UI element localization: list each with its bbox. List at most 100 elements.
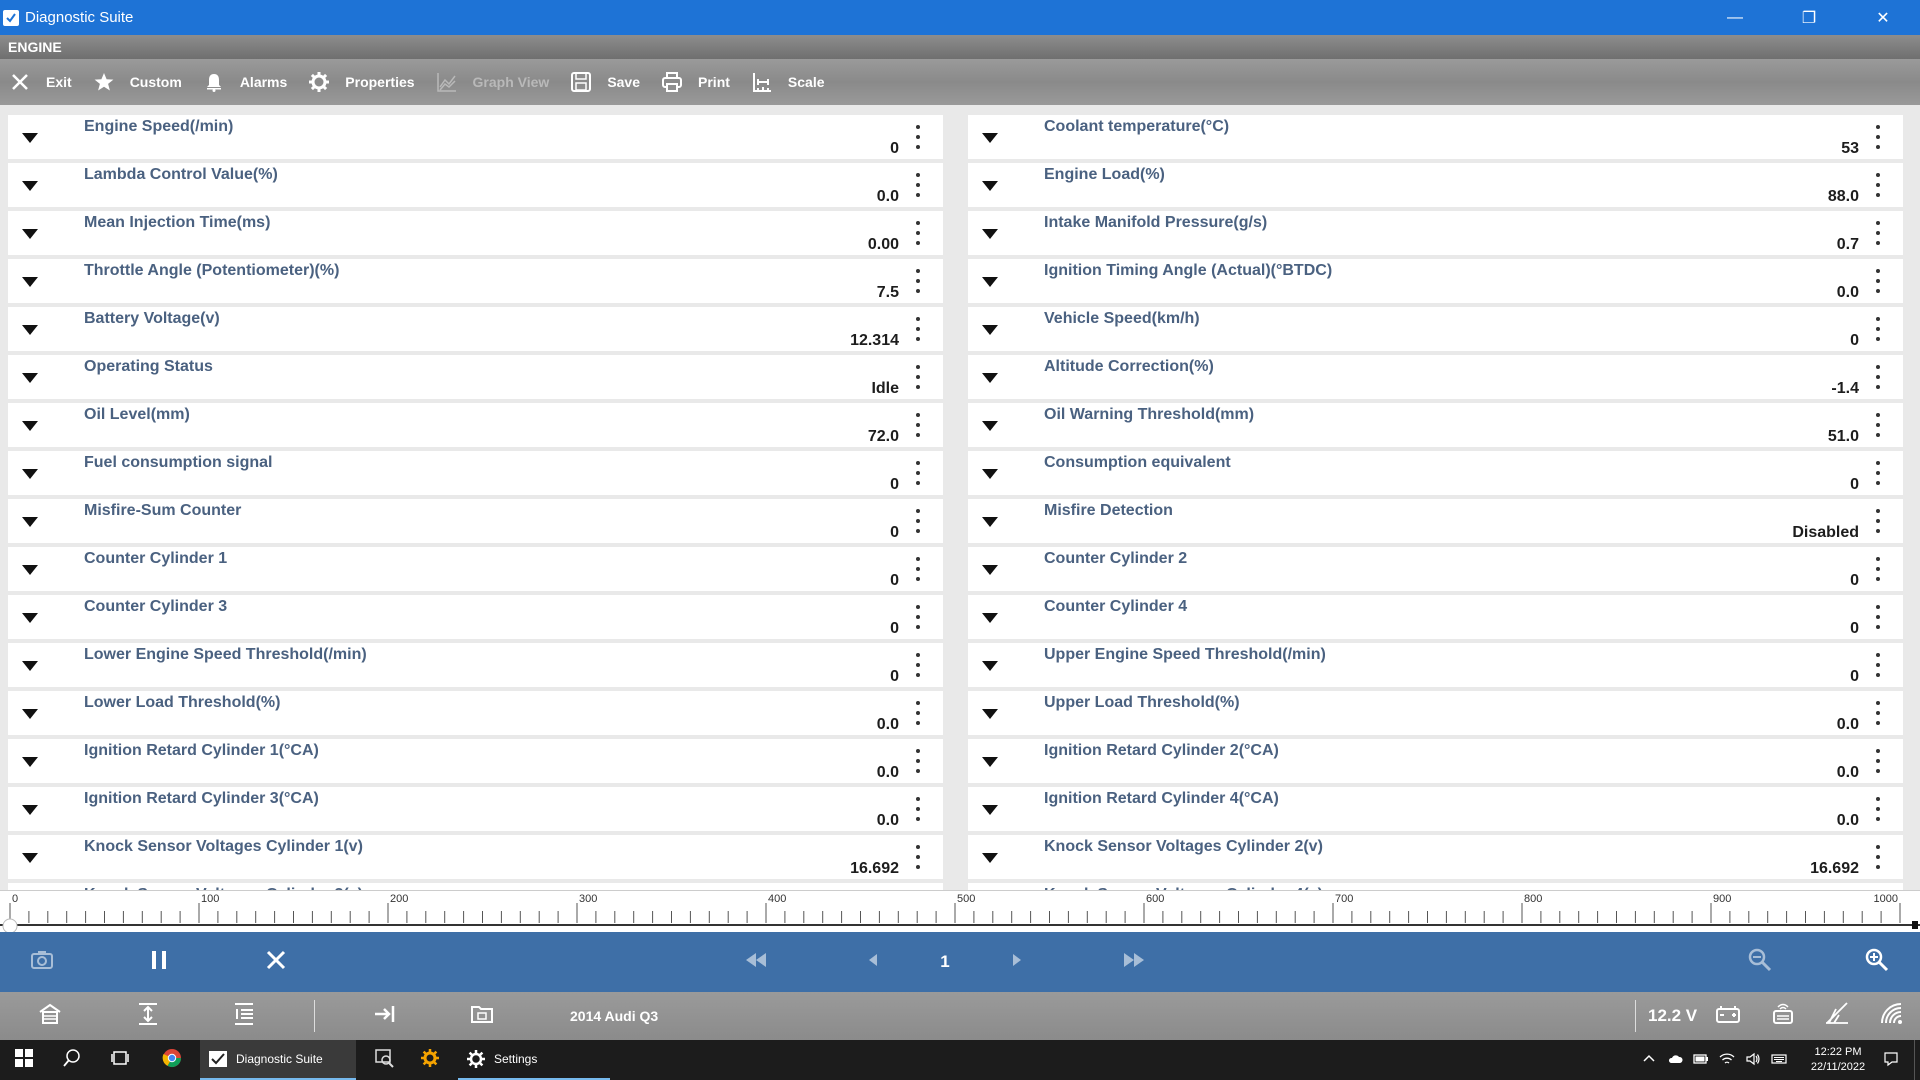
more-options-icon[interactable]: [915, 461, 921, 485]
clock[interactable]: 12:22 PM 22/11/2022: [1798, 1045, 1878, 1075]
parameter-row[interactable]: Ignition Retard Cylinder 1(°CA) 0.0: [8, 739, 943, 783]
show-desktop-button[interactable]: [1914, 1040, 1920, 1080]
more-options-icon[interactable]: [915, 317, 921, 341]
more-options-icon[interactable]: [1875, 749, 1881, 773]
graph-view-button[interactable]: Graph View: [435, 59, 549, 105]
expand-chevron-icon[interactable]: [980, 320, 1000, 340]
more-options-icon[interactable]: [1875, 461, 1881, 485]
exit-button[interactable]: Exit: [8, 59, 72, 105]
parameter-row[interactable]: Throttle Angle (Potentiometer)(%) 7.5: [8, 259, 943, 303]
parameter-row[interactable]: Oil Warning Threshold(mm) 51.0: [968, 403, 1903, 447]
expand-chevron-icon[interactable]: [20, 320, 40, 340]
more-options-icon[interactable]: [915, 653, 921, 677]
expand-chevron-icon[interactable]: [980, 800, 1000, 820]
parameter-row[interactable]: Upper Load Threshold(%) 0.0: [968, 691, 1903, 735]
expand-chevron-icon[interactable]: [20, 656, 40, 676]
parameter-row[interactable]: Upper Engine Speed Threshold(/min) 0: [968, 643, 1903, 687]
expand-chevron-icon[interactable]: [20, 704, 40, 724]
taskbar-app-settings[interactable]: Settings: [458, 1040, 610, 1080]
expand-chevron-icon[interactable]: [980, 848, 1000, 868]
show-hidden-icons-button[interactable]: [1636, 1040, 1662, 1080]
parameter-row[interactable]: Ignition Timing Angle (Actual)(°BTDC) 0.…: [968, 259, 1903, 303]
expand-chevron-icon[interactable]: [980, 560, 1000, 580]
alarms-button[interactable]: Alarms: [202, 59, 287, 105]
expand-chevron-icon[interactable]: [20, 272, 40, 292]
parameter-row[interactable]: Fuel consumption signal 0: [8, 451, 943, 495]
expand-chevron-icon[interactable]: [980, 416, 1000, 436]
network-button[interactable]: [1714, 1040, 1740, 1080]
more-options-icon[interactable]: [915, 269, 921, 293]
parameter-row[interactable]: Oil Level(mm) 72.0: [8, 403, 943, 447]
parameter-row[interactable]: Counter Cylinder 3 0: [8, 595, 943, 639]
forward-last-button[interactable]: [1118, 946, 1150, 978]
more-options-icon[interactable]: [915, 797, 921, 821]
parameter-row[interactable]: Ignition Retard Cylinder 3(°CA) 0.0: [8, 787, 943, 831]
save-button[interactable]: Save: [569, 59, 640, 105]
expand-chevron-icon[interactable]: [20, 368, 40, 388]
more-options-icon[interactable]: [1875, 269, 1881, 293]
parameter-row[interactable]: Engine Speed(/min) 0: [8, 115, 943, 159]
parameter-row[interactable]: Lower Engine Speed Threshold(/min) 0: [8, 643, 943, 687]
custom-button[interactable]: Custom: [92, 59, 182, 105]
more-options-icon[interactable]: [915, 557, 921, 581]
expand-chevron-icon[interactable]: [20, 224, 40, 244]
expand-chevron-icon[interactable]: [20, 128, 40, 148]
parameter-row[interactable]: Knock Sensor Voltages Cylinder 1(v) 16.6…: [8, 835, 943, 879]
parameter-row[interactable]: Misfire Detection Disabled: [968, 499, 1903, 543]
close-button[interactable]: ✕: [1846, 0, 1920, 35]
expand-chevron-icon[interactable]: [20, 176, 40, 196]
vci-device-button[interactable]: [1769, 1002, 1797, 1030]
expand-chevron-icon[interactable]: [20, 464, 40, 484]
more-options-icon[interactable]: [915, 509, 921, 533]
more-options-icon[interactable]: [1875, 653, 1881, 677]
parameter-row[interactable]: Counter Cylinder 4 0: [968, 595, 1903, 639]
more-options-icon[interactable]: [1875, 317, 1881, 341]
expand-chevron-icon[interactable]: [980, 368, 1000, 388]
more-options-icon[interactable]: [1875, 413, 1881, 437]
keyboard-button[interactable]: [1766, 1040, 1792, 1080]
parameter-row[interactable]: Operating Status Idle: [8, 355, 943, 399]
previous-button[interactable]: [857, 946, 889, 978]
stop-button[interactable]: [260, 946, 292, 978]
more-options-icon[interactable]: [1875, 509, 1881, 533]
parameter-row[interactable]: Counter Cylinder 2 0: [968, 547, 1903, 591]
more-options-icon[interactable]: [1875, 125, 1881, 149]
parameter-row[interactable]: Engine Load(%) 88.0: [968, 163, 1903, 207]
parameter-row[interactable]: Ignition Retard Cylinder 2(°CA) 0.0: [968, 739, 1903, 783]
more-options-icon[interactable]: [1875, 701, 1881, 725]
collapse-all-button[interactable]: [230, 1002, 258, 1030]
more-options-icon[interactable]: [915, 749, 921, 773]
search-button[interactable]: [48, 1040, 96, 1080]
expand-chevron-icon[interactable]: [20, 416, 40, 436]
next-button[interactable]: [1001, 946, 1033, 978]
expand-chevron-icon[interactable]: [20, 512, 40, 532]
more-options-icon[interactable]: [915, 845, 921, 869]
gear-app[interactable]: [406, 1040, 454, 1080]
expand-chevron-icon[interactable]: [20, 848, 40, 868]
more-options-icon[interactable]: [1875, 221, 1881, 245]
folder-button[interactable]: [468, 1002, 496, 1030]
parameter-row[interactable]: Vehicle Speed(km/h) 0: [968, 307, 1903, 351]
more-options-icon[interactable]: [915, 365, 921, 389]
expand-chevron-icon[interactable]: [20, 560, 40, 580]
expand-chevron-icon[interactable]: [980, 224, 1000, 244]
volume-button[interactable]: [1740, 1040, 1766, 1080]
more-options-icon[interactable]: [1875, 797, 1881, 821]
diagnostic-tool-app[interactable]: [360, 1040, 408, 1080]
restore-button[interactable]: ❐: [1772, 0, 1846, 35]
parameter-row[interactable]: Knock Sensor Voltages Cylinder 3(v): [8, 883, 943, 890]
more-options-icon[interactable]: [1875, 605, 1881, 629]
parameter-row[interactable]: Knock Sensor Voltages Cylinder 2(v) 16.6…: [968, 835, 1903, 879]
expand-chevron-icon[interactable]: [980, 512, 1000, 532]
start-button[interactable]: [0, 1040, 48, 1080]
parameter-row[interactable]: Mean Injection Time(ms) 0.00: [8, 211, 943, 255]
pause-button[interactable]: [143, 946, 175, 978]
snapshot-camera-button[interactable]: [26, 946, 58, 978]
time-scale-ruler[interactable]: 0 100 200 300 400 500 600 700 800 900 1000: [0, 890, 1920, 933]
expand-chevron-icon[interactable]: [980, 272, 1000, 292]
more-options-icon[interactable]: [915, 221, 921, 245]
expand-chevron-icon[interactable]: [980, 704, 1000, 724]
more-options-icon[interactable]: [915, 173, 921, 197]
print-button[interactable]: Print: [660, 59, 730, 105]
parameter-row[interactable]: Counter Cylinder 1 0: [8, 547, 943, 591]
